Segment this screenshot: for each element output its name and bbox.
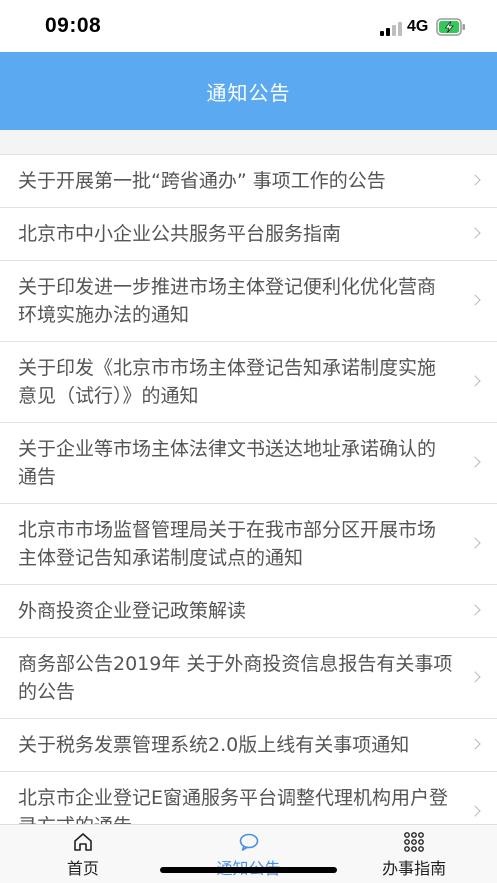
notice-item[interactable]: 北京市企业登记E窗通服务平台调整代理机构用户登录方式的通告: [0, 772, 497, 824]
notice-item[interactable]: 关于企业等市场主体法律文书送达地址承诺确认的通告: [0, 423, 497, 504]
chat-bubble-icon: [239, 833, 258, 851]
chevron-right-icon: [469, 805, 481, 817]
notice-title: 关于税务发票管理系统2.0版上线有关事项通知: [18, 734, 410, 756]
notice-title: 关于开展第一批“跨省通办” 事项工作的公告: [18, 170, 386, 192]
notice-title: 关于印发《北京市市场主体登记告知承诺制度实施意见（试行）》的通知: [18, 357, 437, 407]
tab-home[interactable]: 首页: [0, 825, 166, 883]
tab-notices[interactable]: 通知公告: [166, 825, 332, 883]
tab-label: 办事指南: [382, 859, 447, 878]
grid-dots-icon: [404, 832, 425, 852]
notice-title: 关于企业等市场主体法律文书送达地址承诺确认的通告: [18, 438, 437, 488]
bottom-tab-bar: 首页 通知公告 办事指南: [0, 824, 497, 883]
chevron-right-icon: [469, 227, 481, 239]
notice-item[interactable]: 关于税务发票管理系统2.0版上线有关事项通知: [0, 719, 497, 772]
signal-icon: [380, 20, 402, 36]
notice-title: 北京市市场监督管理局关于在我市部分区开展市场主体登记告知承诺制度试点的通知: [18, 519, 437, 569]
notice-item[interactable]: 关于印发《北京市市场主体登记告知承诺制度实施意见（试行）》的通知: [0, 342, 497, 423]
notice-item[interactable]: 外商投资企业登记政策解读: [0, 585, 497, 638]
notice-title: 北京市中小企业公共服务平台服务指南: [18, 223, 342, 245]
notice-title: 外商投资企业登记政策解读: [18, 600, 247, 622]
battery-charging-icon: [436, 18, 465, 36]
notice-item[interactable]: 北京市市场监督管理局关于在我市部分区开展市场主体登记告知承诺制度试点的通知: [0, 504, 497, 585]
tab-label: 首页: [66, 859, 99, 878]
notice-item[interactable]: 商务部公告2019年 关于外商投资信息报告有关事项的公告: [0, 638, 497, 719]
chevron-right-icon: [469, 294, 481, 306]
chevron-right-icon: [469, 738, 481, 750]
chevron-right-icon: [469, 375, 481, 387]
notice-item[interactable]: 北京市中小企业公共服务平台服务指南: [0, 208, 497, 261]
status-time: 09:08: [45, 14, 102, 37]
status-bar: 09:08 4G: [0, 0, 497, 52]
network-type: 4G: [407, 18, 429, 35]
notice-item[interactable]: 关于开展第一批“跨省通办” 事项工作的公告: [0, 155, 497, 208]
chevron-right-icon: [469, 456, 481, 468]
page-title: 通知公告: [206, 80, 291, 105]
chevron-right-icon: [469, 671, 481, 683]
notice-title: 关于印发进一步推进市场主体登记便利化优化营商环境实施办法的通知: [18, 276, 437, 326]
chevron-right-icon: [469, 174, 481, 186]
notice-title: 商务部公告2019年 关于外商投资信息报告有关事项的公告: [18, 653, 453, 703]
notice-list: 关于开展第一批“跨省通办” 事项工作的公告 北京市中小企业公共服务平台服务指南 …: [0, 154, 497, 824]
chevron-right-icon: [469, 604, 481, 616]
chevron-right-icon: [469, 537, 481, 549]
notice-item[interactable]: 关于印发进一步推进市场主体登记便利化优化营商环境实施办法的通知: [0, 261, 497, 342]
notice-title: 北京市企业登记E窗通服务平台调整代理机构用户登录方式的通告: [18, 787, 449, 824]
home-indicator[interactable]: [160, 867, 337, 873]
tab-guide[interactable]: 办事指南: [331, 825, 497, 883]
home-icon: [74, 833, 92, 851]
page-header: 通知公告: [0, 52, 497, 130]
